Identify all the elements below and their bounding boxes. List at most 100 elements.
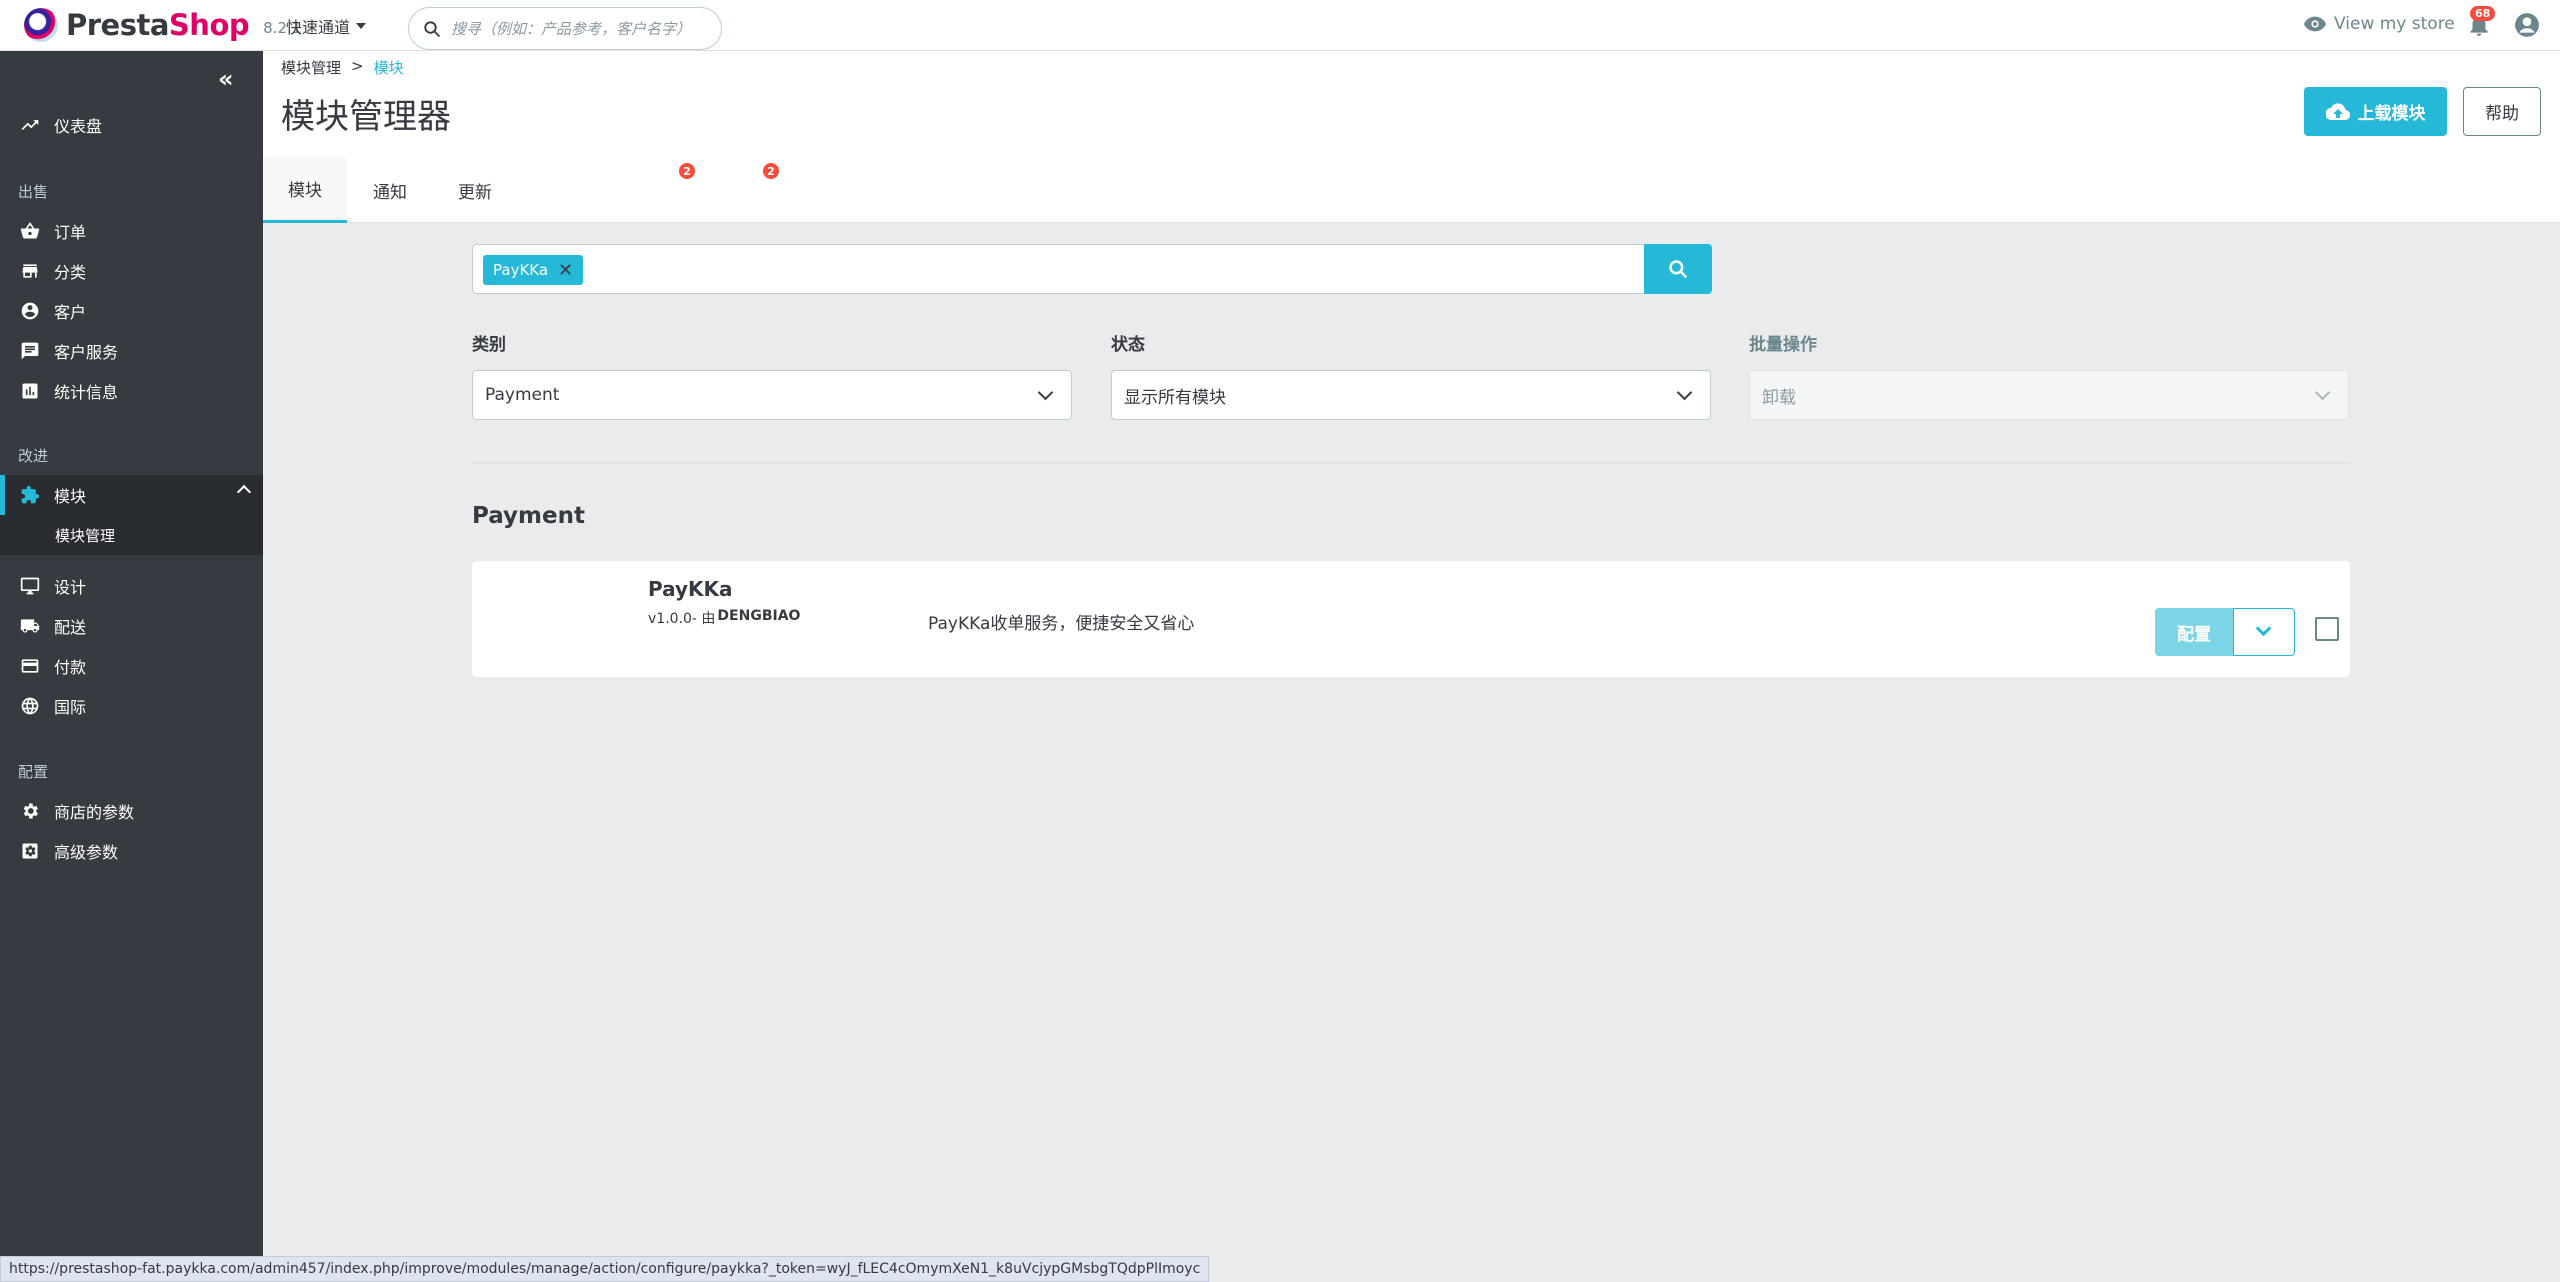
status-select[interactable]: 显示所有模块 — [1111, 370, 1711, 420]
bulk-actions-select: 卸载 — [1749, 370, 2349, 420]
sidebar-item-modules[interactable]: 模块 — [0, 475, 263, 515]
page-title: 模块管理器 — [281, 97, 451, 137]
module-actions-dropdown[interactable] — [2233, 608, 2295, 656]
upload-module-label: 上载模块 — [2357, 104, 2426, 124]
breadcrumb: 模块管理 > 模块 — [281, 57, 404, 78]
prestashop-logo[interactable]: PrestaShop 8.2.1 — [24, 8, 301, 42]
sidebar-item-customer-service[interactable]: 客户服务 — [0, 331, 263, 371]
top-header: PrestaShop 8.2.1 快速通道 View my store 68 — [0, 0, 2560, 51]
module-search-input[interactable]: PayKKa ✕ — [472, 244, 1644, 294]
store-icon — [22, 264, 38, 278]
sidebar-item-design[interactable]: 设计 — [0, 566, 263, 606]
alerts-count-badge: 2 — [679, 163, 695, 179]
status-select-value: 显示所有模块 — [1124, 387, 1226, 408]
browser-status-bar: https://prestashop-fat.paykka.com/admin4… — [0, 1256, 1210, 1282]
bulk-actions-label: 批量操作 — [1749, 335, 1817, 355]
header-search-input[interactable] — [451, 19, 701, 38]
globe-icon — [21, 697, 39, 715]
category-select[interactable]: Payment — [472, 370, 1072, 420]
puzzle-icon — [21, 485, 40, 504]
sidebar-item-international[interactable]: 国际 — [0, 686, 263, 726]
chat-icon — [21, 342, 39, 360]
sidebar-item-label: 模块 — [54, 487, 87, 506]
search-icon — [424, 20, 441, 37]
sidebar-item-label: 客户服务 — [54, 343, 119, 362]
tab-modules[interactable]: 模块 — [263, 157, 347, 223]
status-label: 状态 — [1111, 335, 1145, 355]
sidebar-item-label: 商店的参数 — [54, 803, 135, 822]
module-search-button[interactable] — [1644, 244, 1712, 294]
module-meta: v1.0.0- 由 DENGBIAO — [648, 608, 800, 628]
truck-icon — [20, 619, 40, 633]
tab-label: 模块 — [288, 181, 322, 201]
module-name[interactable]: PayKKa — [648, 577, 733, 601]
breadcrumb-item-module-manager[interactable]: 模块管理 — [281, 57, 341, 78]
sidebar-item-dashboard[interactable]: 仪表盘 — [0, 105, 263, 145]
sidebar-subitem-module-manager[interactable]: 模块管理 — [0, 515, 263, 555]
sidebar-item-orders[interactable]: 订单 — [0, 211, 263, 251]
header-search[interactable] — [408, 7, 722, 50]
logo-text-shop: Shop — [168, 8, 250, 42]
search-tag: PayKKa ✕ — [483, 255, 584, 285]
prestashop-logo-icon — [24, 8, 58, 42]
sidebar-item-label: 高级参数 — [54, 843, 119, 862]
chevron-down-icon — [1037, 384, 1054, 401]
help-button[interactable]: 帮助 — [2463, 87, 2541, 136]
sidebar-item-label: 设计 — [54, 578, 87, 597]
updates-count-badge: 2 — [763, 163, 779, 179]
divider — [472, 462, 2350, 464]
user-account-icon[interactable] — [2514, 12, 2540, 38]
sidebar-item-catalog[interactable]: 分类 — [0, 251, 263, 291]
sidebar-item-label: 国际 — [54, 698, 87, 717]
module-author: DENGBIAO — [717, 608, 801, 624]
sidebar-item-shop-parameters[interactable]: 商店的参数 — [0, 791, 263, 831]
chevron-down-icon — [1676, 384, 1693, 401]
sidebar-item-label: 统计信息 — [54, 383, 119, 402]
module-select-checkbox[interactable] — [2315, 617, 2339, 641]
settings-applications-icon — [22, 843, 38, 859]
sidebar: « 仪表盘 出售 订单 分类 客户 客户服务 统计信息 改进 模块 模块管理 设… — [0, 51, 263, 1282]
module-version: v1.0.0- 由 — [648, 611, 716, 627]
sidebar-section-improve: 改进 — [18, 447, 49, 465]
sidebar-item-label: 仪表盘 — [54, 117, 103, 136]
category-label: 类别 — [472, 335, 506, 355]
sidebar-item-label: 订单 — [54, 223, 87, 242]
module-description: PayKKa收单服务，便捷安全又省心 — [928, 614, 1195, 634]
module-card: PayKKa v1.0.0- 由 DENGBIAO PayKKa收单服务，便捷安… — [472, 561, 2350, 677]
collapse-sidebar-icon[interactable]: « — [218, 65, 234, 93]
quick-access-dropdown[interactable]: 快速通道 — [286, 14, 367, 38]
eye-icon — [2304, 16, 2326, 32]
chevron-down-icon — [2314, 384, 2331, 401]
sidebar-section-configure: 配置 — [18, 763, 49, 781]
tab-updates[interactable]: 更新 — [433, 157, 517, 223]
tab-alerts[interactable]: 通知 — [348, 157, 432, 223]
view-my-store-link[interactable]: View my store — [2304, 14, 2455, 34]
sidebar-item-label: 付款 — [54, 658, 87, 677]
close-icon[interactable]: ✕ — [558, 260, 573, 281]
sidebar-subitem-label: 模块管理 — [55, 526, 116, 545]
bar-chart-icon — [22, 383, 38, 399]
search-tag-label: PayKKa — [493, 261, 549, 279]
sidebar-item-stats[interactable]: 统计信息 — [0, 371, 263, 411]
chevron-down-icon — [2255, 620, 2272, 637]
sidebar-item-label: 客户 — [54, 303, 87, 322]
sidebar-item-shipping[interactable]: 配送 — [0, 606, 263, 646]
bulk-actions-select-value: 卸载 — [1762, 387, 1796, 408]
configure-button[interactable]: 配置 — [2155, 608, 2233, 656]
sidebar-item-payment[interactable]: 付款 — [0, 646, 263, 686]
trending-up-icon — [21, 120, 39, 130]
upload-module-button[interactable]: 上载模块 — [2304, 87, 2447, 136]
page-header: 模块管理 > 模块 模块管理器 上载模块 帮助 — [263, 51, 2560, 157]
search-icon — [1669, 260, 1688, 279]
category-select-value: Payment — [485, 385, 560, 405]
sidebar-item-advanced-parameters[interactable]: 高级参数 — [0, 831, 263, 871]
breadcrumb-separator: > — [351, 57, 364, 75]
logo-text-presta: Presta — [66, 8, 169, 42]
account-circle-icon — [21, 302, 39, 320]
credit-card-icon — [21, 659, 39, 673]
tab-label: 更新 — [458, 182, 492, 203]
sidebar-item-customers[interactable]: 客户 — [0, 291, 263, 331]
breadcrumb-item-modules[interactable]: 模块 — [374, 57, 404, 78]
sidebar-item-label: 配送 — [54, 618, 87, 637]
sidebar-section-sell: 出售 — [18, 183, 49, 201]
